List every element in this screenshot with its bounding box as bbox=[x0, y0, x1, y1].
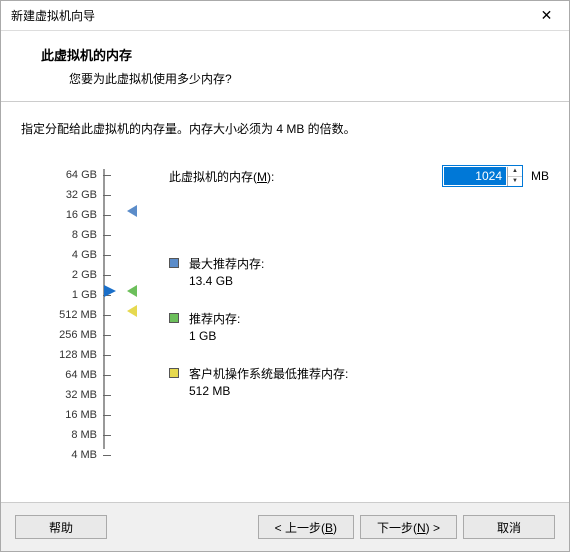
titlebar: 新建虚拟机向导 ✕ bbox=[1, 1, 569, 31]
memory-scale: 64 GB32 GB16 GB8 GB4 GB2 GB1 GB512 MB256… bbox=[21, 165, 141, 465]
window-title: 新建虚拟机向导 bbox=[11, 7, 95, 24]
instruction-text: 指定分配给此虚拟机的内存量。内存大小必须为 4 MB 的倍数。 bbox=[21, 120, 549, 137]
page-title: 此虚拟机的内存 bbox=[41, 45, 549, 64]
min-marker-icon bbox=[127, 305, 137, 317]
next-button[interactable]: 下一步(N) > bbox=[360, 515, 457, 539]
max-recommend: 最大推荐内存: 13.4 GB bbox=[169, 255, 549, 288]
scale-markers bbox=[121, 165, 151, 465]
spin-down-icon[interactable]: ▼ bbox=[508, 177, 522, 186]
cancel-button[interactable]: 取消 bbox=[463, 515, 555, 539]
min-recommend-label: 客户机操作系统最低推荐内存: bbox=[189, 365, 348, 382]
footer: 帮助 < 上一步(B) 下一步(N) > 取消 bbox=[1, 502, 569, 551]
square-yellow-icon bbox=[169, 368, 179, 378]
spin-up-icon[interactable]: ▲ bbox=[508, 167, 522, 177]
max-recommend-label: 最大推荐内存: bbox=[189, 255, 264, 272]
square-green-icon bbox=[169, 313, 179, 323]
min-recommend-value: 512 MB bbox=[189, 384, 348, 398]
page-subtitle: 您要为此虚拟机使用多少内存? bbox=[69, 70, 549, 87]
memory-input[interactable] bbox=[444, 167, 506, 185]
back-button[interactable]: < 上一步(B) bbox=[258, 515, 354, 539]
close-button[interactable]: ✕ bbox=[524, 1, 569, 31]
square-blue-icon bbox=[169, 258, 179, 268]
recommend-label: 推荐内存: bbox=[189, 310, 240, 327]
close-icon: ✕ bbox=[541, 7, 553, 24]
memory-unit: MB bbox=[531, 169, 549, 183]
rec-marker-icon bbox=[127, 285, 137, 297]
min-recommend: 客户机操作系统最低推荐内存: 512 MB bbox=[169, 365, 549, 398]
content-area: 指定分配给此虚拟机的内存量。内存大小必须为 4 MB 的倍数。 64 GB32 … bbox=[1, 102, 569, 502]
wizard-header: 此虚拟机的内存 您要为此虚拟机使用多少内存? bbox=[1, 31, 569, 102]
max-recommend-value: 13.4 GB bbox=[189, 274, 264, 288]
recommend: 推荐内存: 1 GB bbox=[169, 310, 549, 343]
slider-thumb[interactable] bbox=[104, 285, 116, 297]
recommend-value: 1 GB bbox=[189, 329, 240, 343]
memory-spinbox[interactable]: ▲ ▼ bbox=[442, 165, 523, 187]
memory-field-label: 此虚拟机的内存(M): bbox=[169, 168, 442, 185]
help-button[interactable]: 帮助 bbox=[15, 515, 107, 539]
max-marker-icon bbox=[127, 205, 137, 217]
